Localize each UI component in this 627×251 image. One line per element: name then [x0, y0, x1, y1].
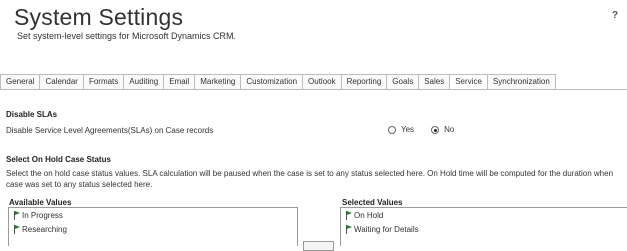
list-item-label: Waiting for Details [354, 224, 419, 234]
list-item-label: On Hold [354, 210, 384, 220]
tab-reporting[interactable]: Reporting [341, 74, 388, 89]
help-icon[interactable]: ? [612, 10, 618, 21]
tab-email[interactable]: Email [164, 74, 196, 89]
page-subtitle: Set system-level settings for Microsoft … [17, 31, 237, 41]
flag-icon [14, 210, 20, 220]
sla-heading: Disable SLAs [6, 110, 58, 119]
tab-general[interactable]: General [0, 74, 41, 89]
sla-yes-label: Yes [401, 125, 415, 134]
sla-label: Disable Service Level Agreements(SLAs) o… [6, 126, 214, 135]
page-title: System Settings [14, 4, 184, 30]
tab-goals[interactable]: Goals [387, 74, 420, 89]
tab-marketing[interactable]: Marketing [195, 74, 242, 89]
onhold-description: Select the on hold case status values. S… [6, 169, 614, 189]
move-items-button[interactable] [303, 241, 334, 251]
available-values-label: Available Values [9, 198, 72, 207]
tab-auditing[interactable]: Auditing [124, 74, 165, 89]
flag-icon [346, 210, 352, 220]
tab-calendar[interactable]: Calendar [40, 74, 84, 89]
sla-yes-radio[interactable] [388, 125, 396, 134]
list-item[interactable]: Researching [9, 222, 297, 236]
flag-icon [346, 224, 352, 234]
settings-tab-bar: General Calendar Formats Auditing Email … [0, 74, 627, 90]
list-item-label: Researching [22, 224, 67, 234]
sla-no-radio[interactable] [431, 125, 440, 134]
sla-radio-group: Yes No [388, 125, 471, 134]
selected-values-label: Selected Values [342, 198, 403, 207]
flag-icon [14, 224, 20, 234]
list-item-label: In Progress [22, 210, 63, 220]
tab-service[interactable]: Service [450, 74, 488, 89]
sla-no-label: No [444, 125, 455, 134]
tab-outlook[interactable]: Outlook [303, 74, 342, 89]
tab-synchronization[interactable]: Synchronization [487, 74, 556, 89]
onhold-heading: Select On Hold Case Status [6, 155, 111, 164]
tab-formats[interactable]: Formats [83, 74, 125, 89]
list-item[interactable]: Waiting for Details [341, 222, 627, 236]
tab-customization[interactable]: Customization [241, 74, 304, 89]
available-values-list[interactable]: In Progress Researching [8, 207, 298, 246]
list-item[interactable]: In Progress [9, 208, 297, 222]
selected-values-list[interactable]: On Hold Waiting for Details [340, 207, 627, 246]
tab-sales[interactable]: Sales [419, 74, 451, 89]
list-item[interactable]: On Hold [341, 208, 627, 222]
